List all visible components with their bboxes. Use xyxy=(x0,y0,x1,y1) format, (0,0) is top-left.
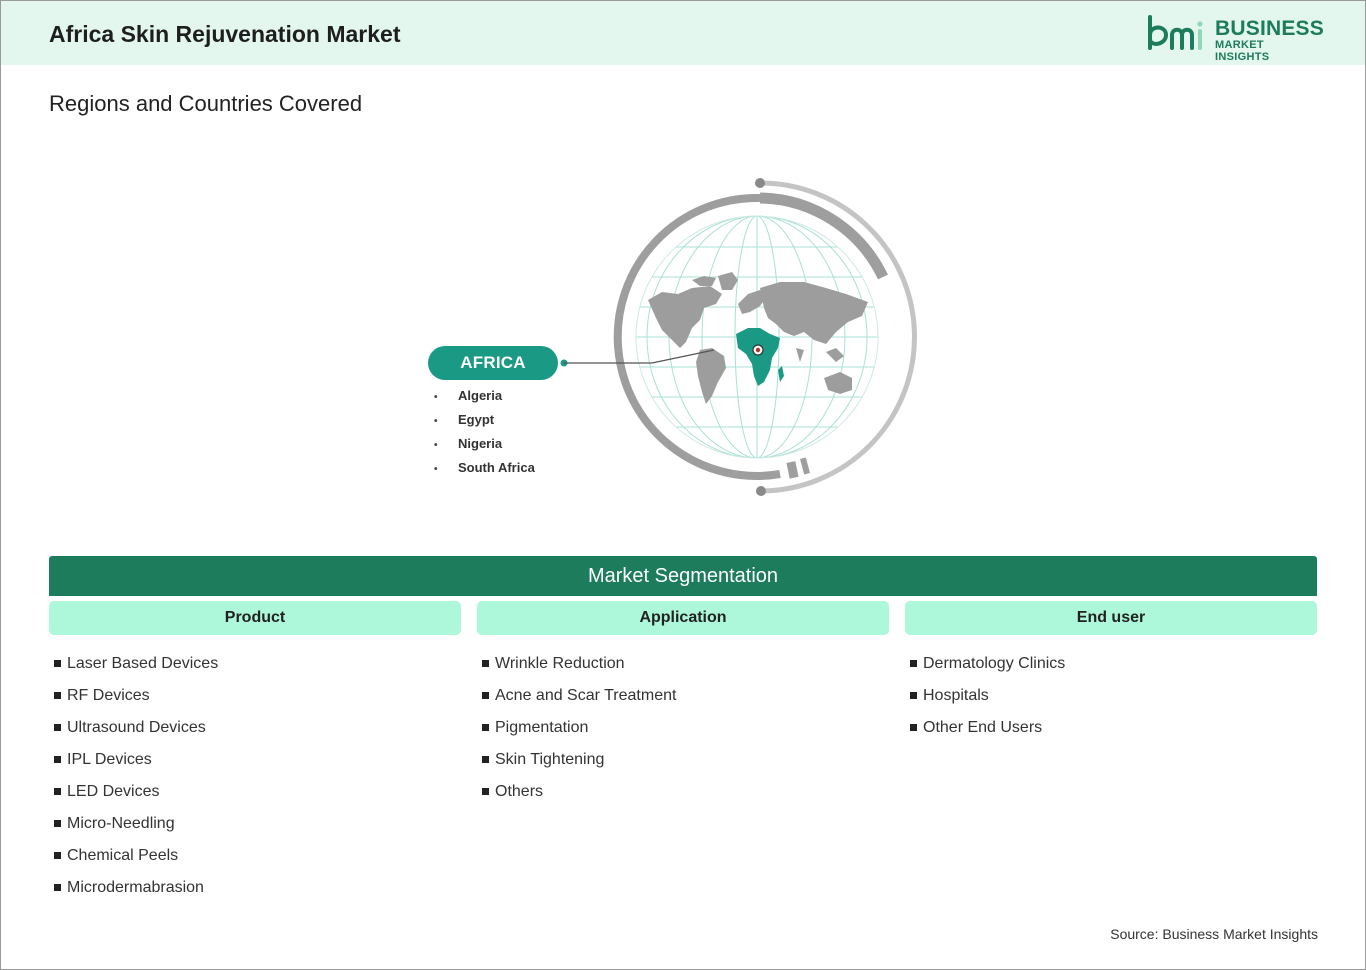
square-bullet-icon xyxy=(54,692,61,699)
square-bullet-icon xyxy=(54,660,61,667)
square-bullet-icon xyxy=(54,820,61,827)
list-item-label: Wrinkle Reduction xyxy=(495,655,625,672)
square-bullet-icon xyxy=(54,756,61,763)
country-label: Nigeria xyxy=(458,436,503,451)
list-item: Skin Tightening xyxy=(482,748,676,780)
country-item: • Egypt xyxy=(434,409,535,433)
country-label: Algeria xyxy=(458,388,503,403)
square-bullet-icon xyxy=(482,692,489,699)
list-item-label: Micro-Needling xyxy=(67,815,175,832)
list-item-label: Microdermabrasion xyxy=(67,879,204,896)
region-africa-badge: AFRICA xyxy=(428,346,558,380)
segment-header-end-user: End user xyxy=(905,601,1317,635)
globe-graphic xyxy=(600,172,930,502)
region-connector-line xyxy=(560,349,715,367)
list-item: Hospitals xyxy=(910,684,1065,716)
list-item-label: IPL Devices xyxy=(67,751,152,768)
list-item-label: Chemical Peels xyxy=(67,847,179,864)
list-item: Wrinkle Reduction xyxy=(482,652,676,684)
bullet-icon: • xyxy=(434,464,438,475)
country-label: South Africa xyxy=(458,460,535,475)
bullet-icon: • xyxy=(434,416,438,427)
end-user-list: Dermatology Clinics Hospitals Other End … xyxy=(910,652,1065,748)
list-item-label: Ultrasound Devices xyxy=(67,719,206,736)
list-item-label: Others xyxy=(495,783,544,800)
country-item: • Algeria xyxy=(434,385,535,409)
list-item-label: RF Devices xyxy=(67,687,150,704)
list-item: Microdermabrasion xyxy=(54,876,218,908)
square-bullet-icon xyxy=(910,724,917,731)
source-note: Source: Business Market Insights xyxy=(1110,926,1318,942)
list-item: Dermatology Clinics xyxy=(910,652,1065,684)
logo-market-insights-text: MARKET INSIGHTS xyxy=(1215,39,1270,63)
list-item-label: LED Devices xyxy=(67,783,160,800)
application-list: Wrinkle Reduction Acne and Scar Treatmen… xyxy=(482,652,676,812)
country-list: • Algeria • Egypt • Nigeria • South Africa xyxy=(434,385,535,481)
segment-header-application: Application xyxy=(477,601,889,635)
list-item: RF Devices xyxy=(54,684,218,716)
list-item-label: Hospitals xyxy=(923,687,989,704)
country-item: • Nigeria xyxy=(434,433,535,457)
logo-business-text: BUSINESS xyxy=(1215,17,1324,40)
list-item: Pigmentation xyxy=(482,716,676,748)
list-item: Ultrasound Devices xyxy=(54,716,218,748)
country-label: Egypt xyxy=(458,412,495,427)
bmi-logo: BUSINESS MARKET INSIGHTS xyxy=(1146,15,1324,63)
product-list: Laser Based Devices RF Devices Ultrasoun… xyxy=(54,652,218,908)
bmi-logo-mark-icon xyxy=(1148,15,1203,50)
square-bullet-icon xyxy=(54,852,61,859)
segment-header-product: Product xyxy=(49,601,461,635)
bullet-icon: • xyxy=(434,392,438,403)
list-item: Acne and Scar Treatment xyxy=(482,684,676,716)
square-bullet-icon xyxy=(54,724,61,731)
list-item: Laser Based Devices xyxy=(54,652,218,684)
square-bullet-icon xyxy=(482,788,489,795)
list-item-label: Dermatology Clinics xyxy=(923,655,1066,672)
list-item: Chemical Peels xyxy=(54,844,218,876)
square-bullet-icon xyxy=(910,660,917,667)
page-title: Africa Skin Rejuvenation Market xyxy=(49,21,401,47)
square-bullet-icon xyxy=(54,788,61,795)
bullet-icon: • xyxy=(434,440,438,451)
square-bullet-icon xyxy=(482,660,489,667)
list-item: LED Devices xyxy=(54,780,218,812)
list-item: Others xyxy=(482,780,676,812)
square-bullet-icon xyxy=(482,756,489,763)
regions-heading: Regions and Countries Covered xyxy=(49,91,363,116)
list-item: IPL Devices xyxy=(54,748,218,780)
list-item-label: Pigmentation xyxy=(495,719,589,736)
square-bullet-icon xyxy=(910,692,917,699)
country-item: • South Africa xyxy=(434,457,535,481)
list-item: Micro-Needling xyxy=(54,812,218,844)
list-item-label: Skin Tightening xyxy=(495,751,605,768)
square-bullet-icon xyxy=(482,724,489,731)
list-item-label: Acne and Scar Treatment xyxy=(495,687,677,704)
square-bullet-icon xyxy=(54,884,61,891)
list-item: Other End Users xyxy=(910,716,1065,748)
list-item-label: Laser Based Devices xyxy=(67,655,219,672)
market-segmentation-header: Market Segmentation xyxy=(49,556,1317,596)
header-bar: Africa Skin Rejuvenation Market BUSINESS… xyxy=(1,1,1365,65)
list-item-label: Other End Users xyxy=(923,719,1043,736)
